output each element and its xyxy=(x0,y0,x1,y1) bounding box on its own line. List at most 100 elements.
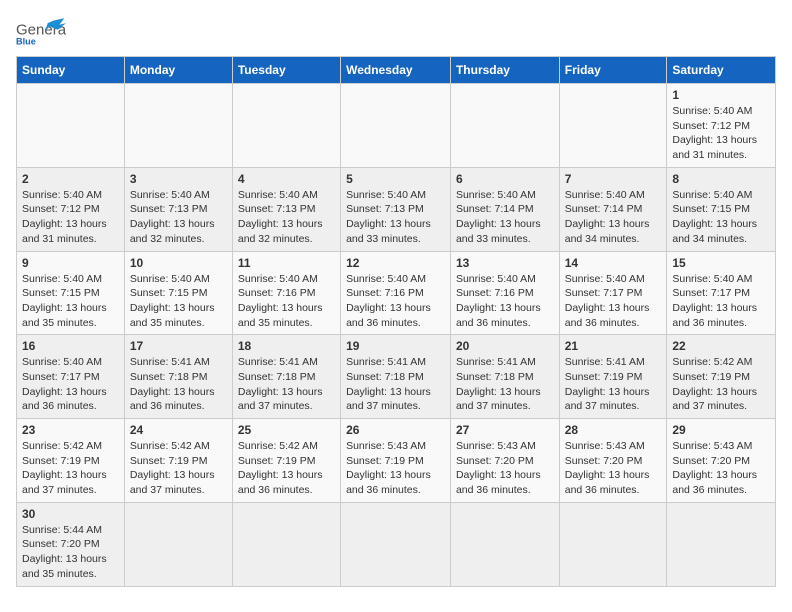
week-row-6: 30Sunrise: 5:44 AMSunset: 7:20 PMDayligh… xyxy=(17,502,776,586)
calendar-cell: 11 Sunrise: 5:40 AMSunset: 7:16 PMDayligh… xyxy=(232,251,340,335)
day-number: 12 xyxy=(346,256,445,270)
day-number: 9 xyxy=(22,256,119,270)
day-number: 29 xyxy=(672,423,770,437)
calendar-cell: 1 Sunrise: 5:40 AMSunset: 7:12 PMDaylight… xyxy=(667,84,776,168)
day-number: 23 xyxy=(22,423,119,437)
day-number: 25 xyxy=(238,423,335,437)
calendar-cell: 28 Sunrise: 5:43 AMSunset: 7:20 PMDayligh… xyxy=(559,419,667,503)
day-number: 27 xyxy=(456,423,554,437)
day-info: Sunrise: 5:42 AMSunset: 7:19 PMDaylight:… xyxy=(22,439,119,498)
calendar-table: SundayMondayTuesdayWednesdayThursdayFrid… xyxy=(16,56,776,587)
calendar-cell: 8 Sunrise: 5:40 AMSunset: 7:15 PMDaylight… xyxy=(667,167,776,251)
day-info: Sunrise: 5:44 AMSunset: 7:20 PMDaylight:… xyxy=(22,523,119,582)
day-info: Sunrise: 5:40 AMSunset: 7:16 PMDaylight:… xyxy=(346,272,445,331)
day-info: Sunrise: 5:40 AMSunset: 7:15 PMDaylight:… xyxy=(672,188,770,247)
calendar-cell: 14 Sunrise: 5:40 AMSunset: 7:17 PMDayligh… xyxy=(559,251,667,335)
calendar-cell: 24 Sunrise: 5:42 AMSunset: 7:19 PMDayligh… xyxy=(124,419,232,503)
calendar-header-wednesday: Wednesday xyxy=(341,57,451,84)
calendar-cell xyxy=(450,502,559,586)
day-number: 17 xyxy=(130,339,227,353)
calendar-cell xyxy=(559,502,667,586)
week-row-1: 1 Sunrise: 5:40 AMSunset: 7:12 PMDaylight… xyxy=(17,84,776,168)
day-number: 16 xyxy=(22,339,119,353)
day-info: Sunrise: 5:40 AMSunset: 7:13 PMDaylight:… xyxy=(346,188,445,247)
day-number: 1 xyxy=(672,88,770,102)
day-info: Sunrise: 5:42 AMSunset: 7:19 PMDaylight:… xyxy=(672,355,770,414)
calendar-header-tuesday: Tuesday xyxy=(232,57,340,84)
svg-text:Blue: Blue xyxy=(16,37,36,46)
day-info: Sunrise: 5:43 AMSunset: 7:20 PMDaylight:… xyxy=(456,439,554,498)
day-info: Sunrise: 5:40 AMSunset: 7:17 PMDaylight:… xyxy=(565,272,662,331)
calendar-cell: 6 Sunrise: 5:40 AMSunset: 7:14 PMDaylight… xyxy=(450,167,559,251)
calendar-cell xyxy=(124,84,232,168)
day-info: Sunrise: 5:40 AMSunset: 7:17 PMDaylight:… xyxy=(672,272,770,331)
day-number: 14 xyxy=(565,256,662,270)
day-info: Sunrise: 5:40 AMSunset: 7:12 PMDaylight:… xyxy=(672,104,770,163)
day-info: Sunrise: 5:41 AMSunset: 7:19 PMDaylight:… xyxy=(565,355,662,414)
day-info: Sunrise: 5:43 AMSunset: 7:19 PMDaylight:… xyxy=(346,439,445,498)
calendar-header-monday: Monday xyxy=(124,57,232,84)
day-info: Sunrise: 5:40 AMSunset: 7:14 PMDaylight:… xyxy=(456,188,554,247)
day-info: Sunrise: 5:40 AMSunset: 7:17 PMDaylight:… xyxy=(22,355,119,414)
day-info: Sunrise: 5:40 AMSunset: 7:16 PMDaylight:… xyxy=(238,272,335,331)
calendar-cell: 9Sunrise: 5:40 AMSunset: 7:15 PMDaylight… xyxy=(17,251,125,335)
day-number: 6 xyxy=(456,172,554,186)
calendar-cell: 7 Sunrise: 5:40 AMSunset: 7:14 PMDaylight… xyxy=(559,167,667,251)
day-info: Sunrise: 5:41 AMSunset: 7:18 PMDaylight:… xyxy=(346,355,445,414)
calendar-cell xyxy=(17,84,125,168)
header: General Blue xyxy=(16,16,776,46)
calendar-cell xyxy=(232,84,340,168)
calendar-cell: 12 Sunrise: 5:40 AMSunset: 7:16 PMDayligh… xyxy=(341,251,451,335)
logo-icon: General Blue xyxy=(16,16,66,46)
calendar-cell: 26 Sunrise: 5:43 AMSunset: 7:19 PMDayligh… xyxy=(341,419,451,503)
day-info: Sunrise: 5:42 AMSunset: 7:19 PMDaylight:… xyxy=(130,439,227,498)
calendar-cell: 19 Sunrise: 5:41 AMSunset: 7:18 PMDayligh… xyxy=(341,335,451,419)
calendar-cell: 2Sunrise: 5:40 AMSunset: 7:12 PMDaylight… xyxy=(17,167,125,251)
day-info: Sunrise: 5:40 AMSunset: 7:12 PMDaylight:… xyxy=(22,188,119,247)
day-info: Sunrise: 5:40 AMSunset: 7:13 PMDaylight:… xyxy=(238,188,335,247)
week-row-4: 16 Sunrise: 5:40 AMSunset: 7:17 PMDayligh… xyxy=(17,335,776,419)
calendar-cell: 15Sunrise: 5:40 AMSunset: 7:17 PMDayligh… xyxy=(667,251,776,335)
calendar-cell: 3 Sunrise: 5:40 AMSunset: 7:13 PMDaylight… xyxy=(124,167,232,251)
day-info: Sunrise: 5:40 AMSunset: 7:13 PMDaylight:… xyxy=(130,188,227,247)
day-number: 10 xyxy=(130,256,227,270)
calendar-cell: 16 Sunrise: 5:40 AMSunset: 7:17 PMDayligh… xyxy=(17,335,125,419)
week-row-2: 2Sunrise: 5:40 AMSunset: 7:12 PMDaylight… xyxy=(17,167,776,251)
calendar-header-saturday: Saturday xyxy=(667,57,776,84)
day-number: 26 xyxy=(346,423,445,437)
day-number: 5 xyxy=(346,172,445,186)
day-number: 22 xyxy=(672,339,770,353)
day-number: 19 xyxy=(346,339,445,353)
day-number: 11 xyxy=(238,256,335,270)
day-number: 28 xyxy=(565,423,662,437)
day-info: Sunrise: 5:41 AMSunset: 7:18 PMDaylight:… xyxy=(456,355,554,414)
day-number: 21 xyxy=(565,339,662,353)
calendar-cell xyxy=(341,84,451,168)
calendar-cell: 13Sunrise: 5:40 AMSunset: 7:16 PMDayligh… xyxy=(450,251,559,335)
calendar-cell xyxy=(559,84,667,168)
day-number: 4 xyxy=(238,172,335,186)
day-info: Sunrise: 5:41 AMSunset: 7:18 PMDaylight:… xyxy=(238,355,335,414)
calendar-cell: 20 Sunrise: 5:41 AMSunset: 7:18 PMDayligh… xyxy=(450,335,559,419)
day-number: 24 xyxy=(130,423,227,437)
day-number: 3 xyxy=(130,172,227,186)
day-info: Sunrise: 5:41 AMSunset: 7:18 PMDaylight:… xyxy=(130,355,227,414)
calendar-header-sunday: Sunday xyxy=(17,57,125,84)
day-info: Sunrise: 5:43 AMSunset: 7:20 PMDaylight:… xyxy=(672,439,770,498)
day-info: Sunrise: 5:40 AMSunset: 7:14 PMDaylight:… xyxy=(565,188,662,247)
day-number: 8 xyxy=(672,172,770,186)
calendar-body: 1 Sunrise: 5:40 AMSunset: 7:12 PMDaylight… xyxy=(17,84,776,587)
logo: General Blue xyxy=(16,16,66,46)
calendar-cell: 5 Sunrise: 5:40 AMSunset: 7:13 PMDaylight… xyxy=(341,167,451,251)
calendar-header-thursday: Thursday xyxy=(450,57,559,84)
calendar-cell: 29 Sunrise: 5:43 AMSunset: 7:20 PMDayligh… xyxy=(667,419,776,503)
day-number: 7 xyxy=(565,172,662,186)
day-info: Sunrise: 5:43 AMSunset: 7:20 PMDaylight:… xyxy=(565,439,662,498)
calendar-cell: 10Sunrise: 5:40 AMSunset: 7:15 PMDayligh… xyxy=(124,251,232,335)
calendar-cell: 17 Sunrise: 5:41 AMSunset: 7:18 PMDayligh… xyxy=(124,335,232,419)
day-info: Sunrise: 5:42 AMSunset: 7:19 PMDaylight:… xyxy=(238,439,335,498)
day-number: 20 xyxy=(456,339,554,353)
calendar-cell xyxy=(667,502,776,586)
calendar-cell xyxy=(450,84,559,168)
calendar-cell: 18Sunrise: 5:41 AMSunset: 7:18 PMDayligh… xyxy=(232,335,340,419)
